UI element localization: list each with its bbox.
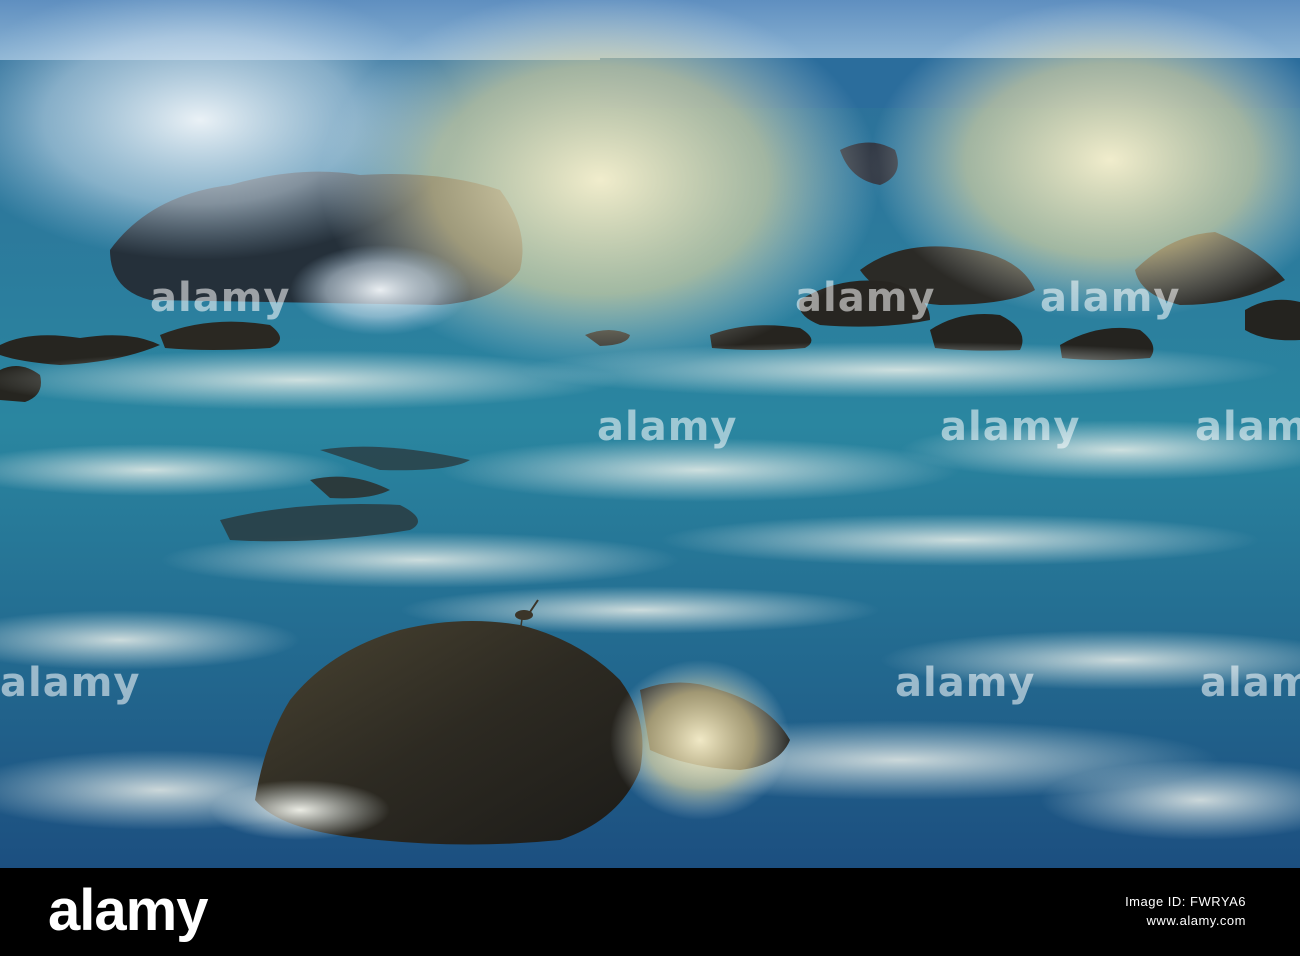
image-meta: Image ID: FWRYA6 www.alamy.com bbox=[1125, 894, 1246, 928]
seascape-photo: alamy alamy alamy alamy alamy alamy alam… bbox=[0, 0, 1300, 868]
footer-bar: alamy Image ID: FWRYA6 www.alamy.com bbox=[0, 868, 1300, 956]
spray-splash-left bbox=[290, 245, 470, 335]
foreground-foam bbox=[210, 780, 390, 840]
seascape-illustration bbox=[0, 0, 1300, 868]
site-domain[interactable]: www.alamy.com bbox=[1125, 913, 1246, 928]
alamy-logo[interactable]: alamy bbox=[48, 882, 208, 940]
image-id-label: Image ID: FWRYA6 bbox=[1125, 894, 1246, 909]
stock-photo-frame: alamy alamy alamy alamy alamy alamy alam… bbox=[0, 0, 1300, 956]
foreground-splash bbox=[610, 660, 790, 820]
